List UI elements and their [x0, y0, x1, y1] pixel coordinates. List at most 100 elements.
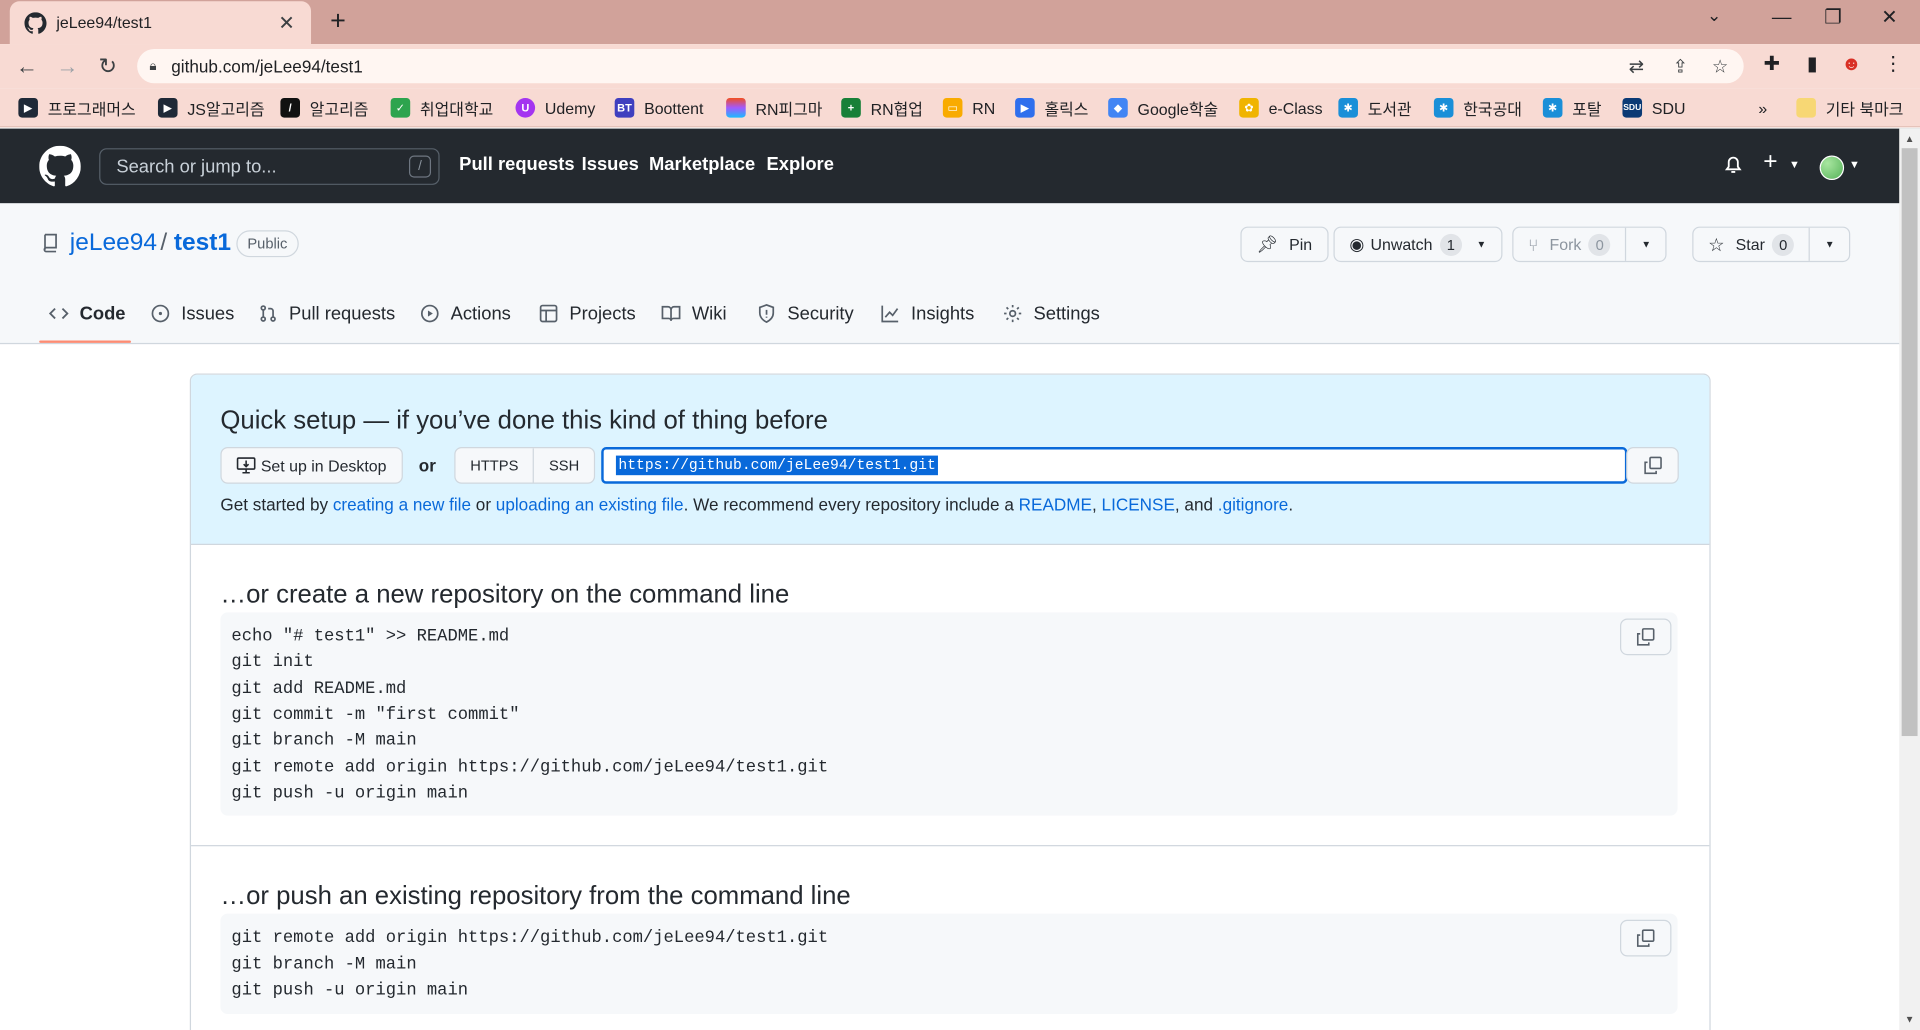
bookmark-item[interactable]: ▭ RN: [942, 96, 995, 120]
side-panel-icon[interactable]: ▮: [1799, 51, 1826, 78]
bookmark-star-icon[interactable]: ☆: [1712, 49, 1728, 83]
translate-icon[interactable]: ⇄: [1629, 49, 1644, 83]
bookmark-item[interactable]: ▶ JS알고리즘: [157, 96, 265, 120]
empty-repo-setup-box: Quick setup — if you’ve done this kind o…: [189, 373, 1711, 1030]
bookmark-item[interactable]: + RN협업: [841, 96, 923, 120]
new-tab-plus-icon[interactable]: +: [323, 6, 352, 35]
bookmark-item[interactable]: BT Boottent: [614, 96, 703, 120]
bookmarks-overflow-button[interactable]: »: [1758, 96, 1767, 120]
chrome-menu-icon[interactable]: ⋮: [1880, 51, 1907, 78]
search-input[interactable]: Search or jump to... /: [99, 148, 440, 185]
restore-icon[interactable]: ❐: [1816, 5, 1850, 32]
book-icon: [661, 305, 681, 322]
fork-button[interactable]: ⑂ Fork 0 ▼: [1512, 226, 1667, 263]
bookmark-item[interactable]: ✱ 포탈: [1542, 96, 1602, 120]
bookmark-item[interactable]: SDU SDU: [1622, 96, 1685, 120]
star-button[interactable]: ☆ Star 0 ▼: [1692, 226, 1851, 263]
header-nav-pull-requests[interactable]: Pull requests: [459, 154, 574, 175]
tab-issues[interactable]: Issues: [151, 299, 234, 328]
header-nav-issues[interactable]: Issues: [582, 154, 639, 175]
watch-count: 1: [1439, 233, 1462, 256]
create-new-file-link[interactable]: creating a new file: [333, 495, 471, 515]
scrollbar-thumb[interactable]: [1901, 148, 1918, 737]
bookmark-favicon-icon: ▶: [1015, 97, 1035, 118]
copy-push-commands-button[interactable]: [1620, 919, 1672, 957]
tab-close-icon[interactable]: ✕: [274, 10, 298, 34]
unwatch-button[interactable]: ◉ Unwatch 1 ▼: [1333, 226, 1503, 263]
set-up-in-desktop-button[interactable]: Set up in Desktop: [220, 447, 403, 484]
repo-name-link[interactable]: test1: [174, 229, 231, 257]
scroll-down-arrow-icon[interactable]: ▼: [1902, 1012, 1918, 1029]
readme-link[interactable]: README: [1019, 495, 1092, 515]
tab-search-chevron-icon[interactable]: ⌄: [1707, 5, 1721, 26]
address-url: github.com/jeLee94/test1: [171, 56, 363, 76]
tab-actions[interactable]: Actions: [420, 299, 511, 328]
bookmark-item[interactable]: RN피그마: [726, 96, 822, 120]
header-nav-explore[interactable]: Explore: [767, 154, 834, 175]
address-bar[interactable]: 🔒︎ github.com/jeLee94/test1 ⇄ ⇪ ☆: [137, 48, 1744, 84]
quick-setup-title: Quick setup — if you’ve done this kind o…: [220, 406, 828, 435]
github-logo-icon[interactable]: [39, 145, 81, 188]
play-circle-icon: [420, 304, 439, 323]
clone-protocol-toggle: HTTPS SSH: [454, 447, 596, 484]
star-count: 0: [1772, 233, 1795, 256]
slides-favicon-icon: ▭: [942, 97, 963, 118]
extensions-puzzle-icon[interactable]: ✚: [1758, 51, 1785, 78]
copy-clone-url-button[interactable]: [1626, 447, 1679, 484]
upload-existing-file-link[interactable]: uploading an existing file: [496, 495, 684, 515]
window-close-icon[interactable]: ✕: [1872, 5, 1906, 32]
fork-dropdown-caret-icon[interactable]: ▼: [1625, 227, 1665, 261]
quick-setup-help-text: Get started by creating a new file or up…: [220, 494, 1294, 515]
header-nav-marketplace[interactable]: Marketplace: [649, 154, 755, 175]
license-link[interactable]: LICENSE: [1102, 495, 1175, 515]
share-icon[interactable]: ⇪: [1673, 49, 1688, 83]
tab-insights[interactable]: Insights: [880, 299, 974, 328]
browser-window: jeLee94/test1 ✕ + ⌄ — ❐ ✕ ← → ↻ 🔒︎ githu…: [0, 0, 1920, 1030]
profile-extension-icon[interactable]: ☻: [1838, 51, 1865, 78]
https-protocol-button[interactable]: HTTPS: [456, 448, 534, 482]
bookmark-item[interactable]: ▶ 홀릭스: [1015, 96, 1088, 120]
bookmark-item[interactable]: ✿ e-Class: [1239, 96, 1323, 120]
bookmark-favicon-icon: ✱: [1433, 97, 1454, 118]
notification-bell-icon[interactable]: [1723, 153, 1744, 175]
profile-caret-icon[interactable]: ▼: [1849, 158, 1860, 170]
bookmark-item[interactable]: U Udemy: [515, 96, 595, 120]
repo-path-separator: /: [160, 229, 168, 256]
back-arrow-icon[interactable]: ←: [12, 51, 41, 80]
other-bookmarks-folder[interactable]: 기타 북마크: [1796, 96, 1903, 120]
copy-new-repo-commands-button[interactable]: [1620, 618, 1672, 656]
gitignore-link[interactable]: .gitignore: [1218, 495, 1289, 515]
clone-url-input[interactable]: https://github.com/jeLee94/test1.git: [601, 447, 1628, 484]
forward-arrow-icon[interactable]: →: [53, 51, 82, 80]
bookmark-item[interactable]: ▶ 프로그래머스: [18, 96, 136, 120]
tab-security[interactable]: Security: [757, 299, 854, 328]
tab-code[interactable]: Code: [48, 299, 126, 328]
pin-button[interactable]: 📌︎ Pin: [1240, 226, 1329, 263]
tab-settings[interactable]: Settings: [1003, 299, 1100, 328]
unwatch-caret-icon: ▼: [1476, 238, 1487, 250]
visibility-badge: Public: [236, 230, 299, 258]
tab-projects[interactable]: Projects: [539, 299, 636, 328]
bookmark-item[interactable]: ✱ 도서관: [1338, 96, 1412, 120]
browser-tab-active[interactable]: jeLee94/test1 ✕: [9, 1, 312, 45]
minimize-icon[interactable]: —: [1765, 5, 1799, 32]
create-new-plus-icon[interactable]: +: [1763, 148, 1777, 176]
bookmark-item[interactable]: ✓ 취업대학교: [390, 96, 493, 120]
tab-wiki[interactable]: Wiki: [661, 299, 727, 328]
bookmark-item[interactable]: ◆ Google학술: [1108, 96, 1218, 120]
desktop-download-icon: [236, 457, 256, 474]
avatar[interactable]: [1819, 155, 1845, 181]
create-new-caret-icon[interactable]: ▼: [1789, 158, 1800, 170]
bookmark-item[interactable]: / 알고리즘: [280, 96, 368, 120]
scroll-up-arrow-icon[interactable]: ▲: [1902, 131, 1918, 148]
code-line: git add README.md: [231, 679, 407, 700]
tab-pull-requests[interactable]: Pull requests: [258, 299, 395, 328]
pin-icon: 📌︎: [1256, 233, 1279, 254]
clone-url-selected-text: https://github.com/jeLee94/test1.git: [615, 455, 939, 476]
bookmark-item[interactable]: ✱ 한국공대: [1433, 96, 1522, 120]
search-placeholder: Search or jump to...: [116, 156, 277, 178]
star-dropdown-caret-icon[interactable]: ▼: [1808, 227, 1849, 261]
repo-owner-link[interactable]: jeLee94: [70, 229, 157, 257]
ssh-protocol-button[interactable]: SSH: [533, 448, 594, 483]
reload-icon[interactable]: ↻: [93, 51, 122, 80]
